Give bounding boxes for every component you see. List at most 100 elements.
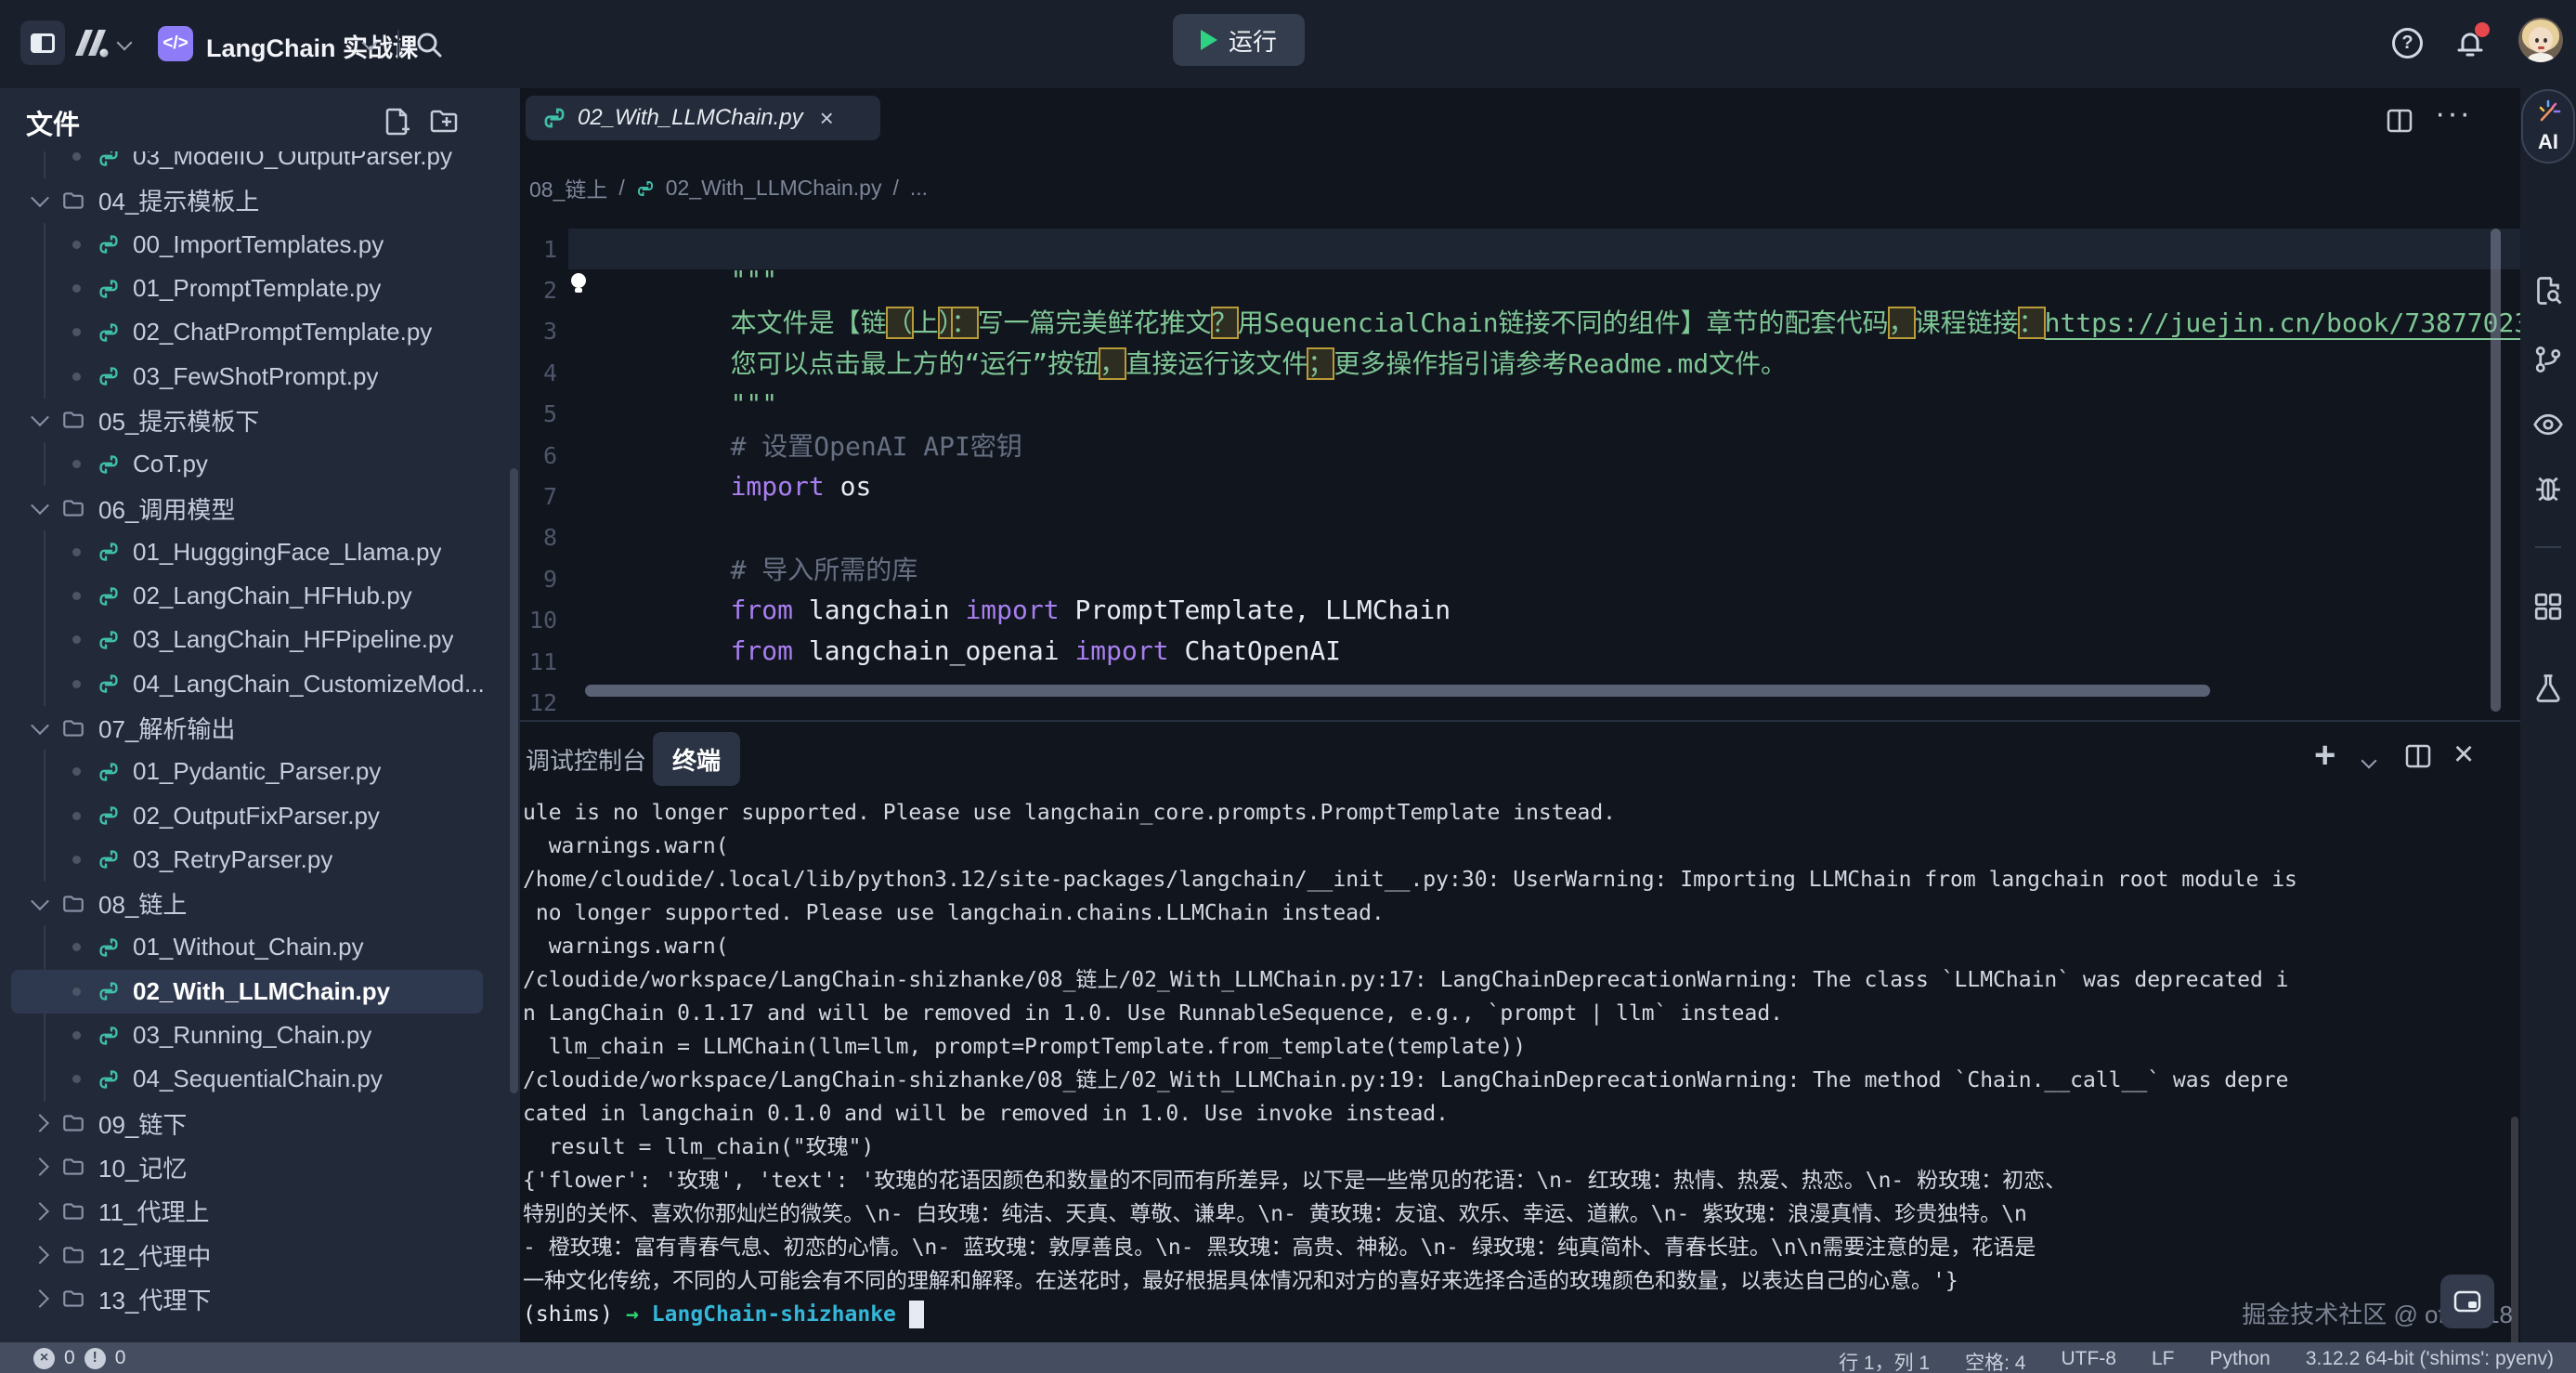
tab-terminal[interactable]: 终端 xyxy=(653,732,740,786)
status-item[interactable]: 3.12.2 64-bit ('shims': pyenv) xyxy=(2306,1348,2554,1373)
tree-row[interactable]: 03_Running_Chain.py xyxy=(0,1013,520,1057)
tree-row[interactable]: 11_代理上 xyxy=(0,1189,520,1233)
right-activity-bar: AI xyxy=(2520,88,2576,1342)
tree-item-label: 03_Running_Chain.py xyxy=(133,1021,371,1050)
terminal-line: /cloudide/workspace/LangChain-shizhanke/… xyxy=(523,963,2507,997)
split-editor-icon[interactable] xyxy=(2385,107,2414,135)
sidebar-toggle-button[interactable] xyxy=(20,20,65,65)
search-icon[interactable] xyxy=(414,30,444,59)
tree-item-label: 02_LangChain_HFHub.py xyxy=(133,582,412,610)
tree-row[interactable]: 02_OutputFixParser.py xyxy=(0,793,520,837)
tree-row[interactable]: 01_Without_Chain.py xyxy=(0,925,520,969)
editor-hscrollbar[interactable] xyxy=(585,685,2210,697)
source-control-icon[interactable] xyxy=(2531,343,2565,376)
code-token: 直接运行该文件 xyxy=(1125,348,1308,379)
warning-icon: ! xyxy=(85,1348,106,1369)
line-number: 4 xyxy=(520,360,557,386)
tree-row[interactable]: 09_链下 xyxy=(0,1102,520,1145)
marscode-logo[interactable] xyxy=(71,24,111,61)
code-editor[interactable]: 1 """ 2 本文件是【链（上）：写一篇完美鲜花推文？用SequencialC… xyxy=(520,229,2520,720)
more-actions-icon[interactable]: ··· xyxy=(2435,96,2472,132)
close-panel-icon[interactable]: × xyxy=(2453,735,2474,775)
terminal-line: warnings.warn( xyxy=(523,930,2507,963)
python-file-icon xyxy=(98,936,120,959)
breadcrumb-folder[interactable]: 08_链上 xyxy=(529,172,607,203)
python-file-icon xyxy=(98,1068,120,1091)
tree-row[interactable]: CoT.py xyxy=(0,442,520,486)
editor-vscrollbar[interactable] xyxy=(2491,229,2501,712)
tree-row[interactable]: 02_With_LLMChain.py xyxy=(11,970,483,1013)
tree-row[interactable]: 00_ImportTemplates.py xyxy=(0,223,520,267)
lightbulb-icon[interactable] xyxy=(566,270,591,298)
tree-row[interactable]: 07_解析输出 xyxy=(0,706,520,750)
folder-icon xyxy=(61,716,85,740)
file-tree[interactable]: 03_ModelIO_OutputParser.py 04_提示模板上 00_I… xyxy=(0,151,520,1342)
status-item[interactable]: UTF-8 xyxy=(2061,1348,2116,1373)
terminal-output[interactable]: ule is no longer supported. Please use l… xyxy=(523,796,2507,1342)
tree-row[interactable]: 04_SequentialChain.py xyxy=(0,1057,520,1101)
tab-debug-console[interactable]: 调试控制台 xyxy=(526,742,646,777)
tree-row[interactable]: 03_RetryParser.py xyxy=(0,838,520,882)
tree-item-label: 01_Pydantic_Parser.py xyxy=(133,757,381,786)
tree-row[interactable]: 13_代理下 xyxy=(0,1277,520,1321)
tree-row[interactable]: 04_LangChain_CustomizeMod... xyxy=(0,662,520,706)
terminal-dropdown-icon[interactable] xyxy=(2361,753,2377,769)
breadcrumb-file[interactable]: 02_With_LLMChain.py xyxy=(666,176,882,201)
tree-row[interactable]: 12_代理中 xyxy=(0,1233,520,1276)
close-icon[interactable]: × xyxy=(820,104,834,133)
status-item[interactable]: Python xyxy=(2209,1348,2270,1373)
project-name[interactable]: LangChain 实战课 xyxy=(206,28,418,64)
avatar[interactable] xyxy=(2518,18,2563,62)
code-token: ； xyxy=(1308,348,1334,379)
sidebar-scrollbar[interactable] xyxy=(510,468,518,1093)
python-file-icon xyxy=(98,761,120,783)
eye-icon[interactable] xyxy=(2530,408,2566,441)
python-file-icon xyxy=(98,321,120,344)
tree-row[interactable]: 03_LangChain_HFPipeline.py xyxy=(0,618,520,661)
logo-chevron-icon[interactable] xyxy=(117,35,133,51)
problems-summary[interactable]: × 0 ! 0 xyxy=(33,1347,125,1369)
file-bullet xyxy=(72,1075,81,1083)
status-item[interactable]: LF xyxy=(2152,1348,2175,1373)
editor-tab[interactable]: 02_With_LLMChain.py × xyxy=(526,96,880,140)
ai-assistant-button[interactable]: AI xyxy=(2521,89,2575,163)
status-item[interactable]: 行 1，列 1 xyxy=(1839,1348,1930,1373)
extensions-icon[interactable] xyxy=(2531,590,2565,623)
help-button[interactable]: ? xyxy=(2392,28,2423,59)
terminal-line: warnings.warn( xyxy=(523,830,2507,863)
file-bullet xyxy=(72,284,81,293)
tree-row[interactable]: 01_Pydantic_Parser.py xyxy=(0,750,520,793)
terminal-prompt[interactable]: (shims) → LangChain-shizhanke xyxy=(523,1298,2507,1331)
tree-row[interactable]: 04_提示模板上 xyxy=(0,178,520,222)
line-number: 12 xyxy=(520,689,557,716)
run-button[interactable]: 运行 xyxy=(1173,14,1305,66)
notifications-button[interactable] xyxy=(2453,26,2487,61)
tree-row[interactable]: 03_FewShotPrompt.py xyxy=(0,354,520,398)
tree-row[interactable]: 02_LangChain_HFHub.py xyxy=(0,574,520,618)
tree-row[interactable]: 01_HugggingFace_Llama.py xyxy=(0,530,520,574)
breadcrumb-more[interactable]: ... xyxy=(910,176,928,201)
tree-row[interactable]: 02_ChatPromptTemplate.py xyxy=(0,310,520,354)
python-file-icon xyxy=(98,365,120,387)
floating-panel-button[interactable] xyxy=(2440,1275,2494,1328)
status-item[interactable]: 空格: 4 xyxy=(1965,1348,2025,1373)
bottom-panel: 调试控制台 终端 + × ule is no longer supported.… xyxy=(520,720,2520,1342)
chevron-icon xyxy=(31,892,49,910)
breadcrumb[interactable]: 08_链上 / 02_With_LLMChain.py / ... xyxy=(529,172,928,203)
tree-row[interactable]: 08_链上 xyxy=(0,882,520,925)
tree-row[interactable]: 10_记忆 xyxy=(0,1145,520,1189)
tree-row[interactable]: 01_PromptTemplate.py xyxy=(0,267,520,310)
new-file-icon[interactable] xyxy=(383,107,410,137)
flask-icon[interactable] xyxy=(2531,672,2565,705)
panel-left-icon xyxy=(31,33,55,53)
new-terminal-button[interactable]: + xyxy=(2314,735,2335,777)
new-folder-icon[interactable] xyxy=(429,107,461,135)
terminal-line: /home/cloudide/.local/lib/python3.12/sit… xyxy=(523,863,2507,896)
tree-row[interactable]: 06_调用模型 xyxy=(0,486,520,530)
split-terminal-icon[interactable] xyxy=(2403,742,2433,770)
bug-icon[interactable] xyxy=(2531,473,2565,506)
search-in-files-icon[interactable] xyxy=(2531,274,2565,307)
error-icon: × xyxy=(33,1348,55,1369)
tree-row[interactable]: 03_ModelIO_OutputParser.py xyxy=(0,151,520,178)
tree-row[interactable]: 05_提示模板下 xyxy=(0,399,520,442)
